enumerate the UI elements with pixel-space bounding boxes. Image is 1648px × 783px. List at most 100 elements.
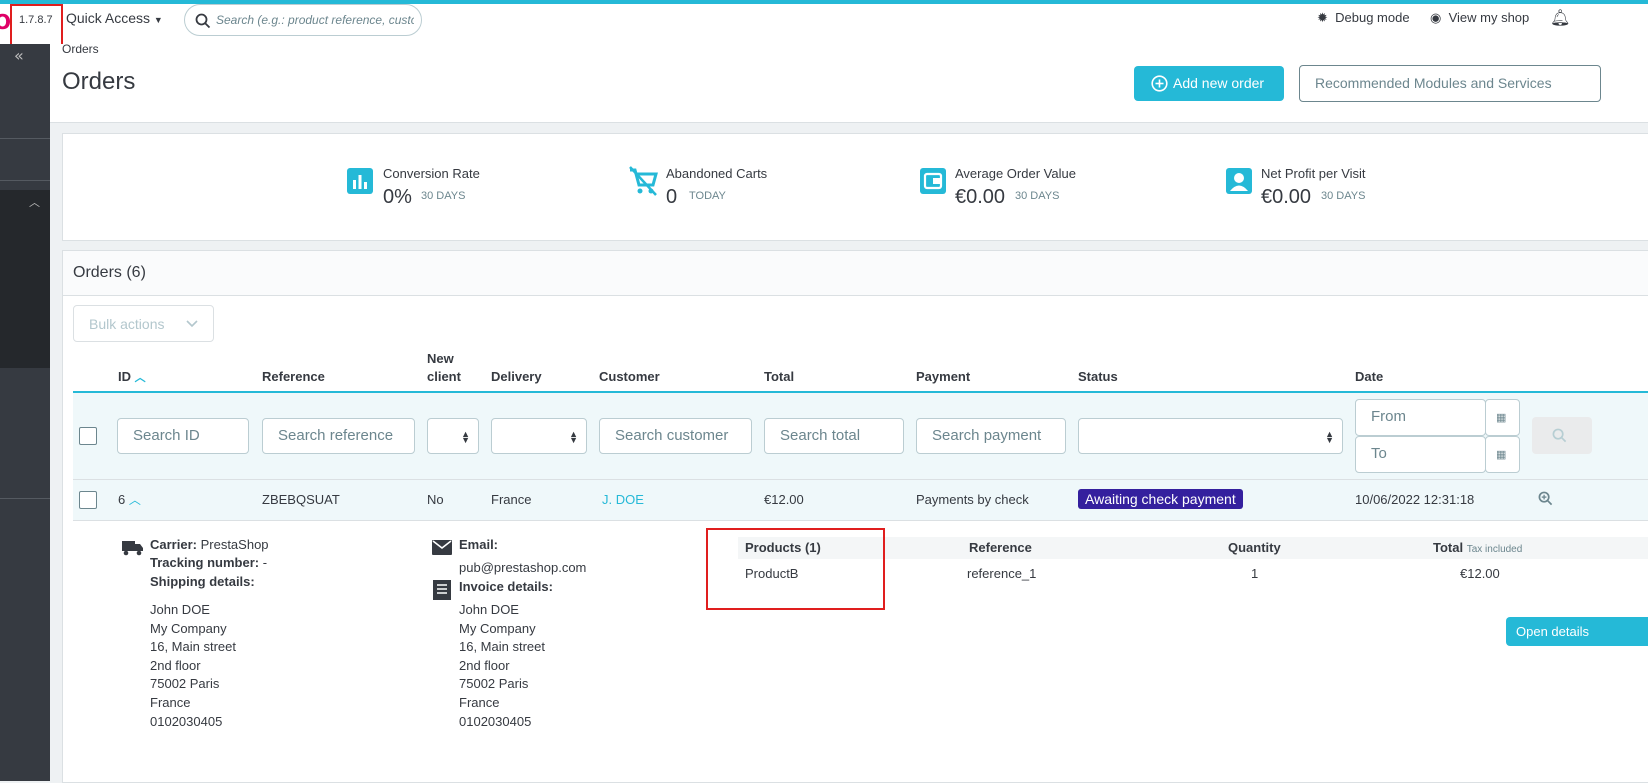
row-id: 6 ︿ xyxy=(118,491,141,508)
tax-included-note: Tax included xyxy=(1466,544,1523,555)
product-reference-header: Reference xyxy=(969,540,1032,555)
invoice-address: John DOE My Company 16, Main street 2nd … xyxy=(459,601,545,731)
sidebar-divider xyxy=(0,180,50,181)
page-title: Orders xyxy=(62,68,136,95)
breadcrumb[interactable]: Orders xyxy=(62,42,99,56)
row-delivery: France xyxy=(491,492,532,507)
filter-reference-input[interactable]: Search reference xyxy=(262,418,415,454)
debug-mode-link[interactable]: ✹ Debug mode xyxy=(1317,10,1410,26)
invoice-company: My Company xyxy=(459,620,536,636)
shipping-floor: 2nd floor xyxy=(150,657,201,673)
column-header-customer[interactable]: Customer xyxy=(599,369,660,384)
shipping-country: France xyxy=(150,694,191,710)
kpi-value-abandoned: 0 xyxy=(666,186,678,208)
open-details-button[interactable]: Open details xyxy=(1506,617,1648,646)
view-order-icon[interactable] xyxy=(1538,491,1553,506)
carrier-value: PrestaShop xyxy=(200,537,269,552)
tracking-line: Tracking number: - xyxy=(150,555,267,570)
collapse-row-icon[interactable]: ︿ xyxy=(129,493,141,507)
calendar-icon: ▦ xyxy=(1496,449,1507,461)
kpi-label-abandoned: Abandoned Carts xyxy=(666,166,768,181)
orders-panel-title: Orders (6) xyxy=(73,264,146,281)
product-quantity: 1 xyxy=(1251,566,1259,581)
bar-chart-icon xyxy=(346,167,374,195)
add-circle-icon xyxy=(1151,75,1168,92)
filter-payment-placeholder: Search payment xyxy=(932,427,1042,444)
chevron-down-icon xyxy=(186,320,198,328)
column-header-new-client-line1[interactable]: New xyxy=(427,351,454,366)
row-checkbox[interactable] xyxy=(79,491,97,509)
row-id-value: 6 xyxy=(118,492,126,507)
shipping-company: My Company xyxy=(150,620,227,636)
recommended-modules-button[interactable]: Recommended Modules and Services xyxy=(1299,65,1601,102)
collapse-sidebar-icon[interactable]: « xyxy=(14,46,24,65)
column-header-date[interactable]: Date xyxy=(1355,369,1383,384)
sort-asc-icon[interactable]: ︿ xyxy=(135,372,146,384)
filter-delivery-select[interactable]: ▲ ▼ xyxy=(491,418,587,454)
chevron-up-icon[interactable]: ︿ xyxy=(29,194,40,210)
kpi-label-net-profit: Net Profit per Visit xyxy=(1261,166,1366,181)
add-new-order-button[interactable]: Add new order xyxy=(1134,66,1284,101)
notifications-bell-icon[interactable]: 🔔︎ xyxy=(1550,8,1570,27)
filter-total-input[interactable]: Search total xyxy=(764,418,904,454)
date-to-calendar-button[interactable]: ▦ xyxy=(1485,436,1520,473)
page-header: Orders Orders Add new order Recommended … xyxy=(50,42,1648,123)
shipping-name: John DOE xyxy=(150,602,210,617)
truck-icon xyxy=(122,541,143,556)
eye-icon: ◉ xyxy=(1430,10,1442,25)
column-header-delivery[interactable]: Delivery xyxy=(491,369,542,384)
email-label: Email: xyxy=(459,537,499,552)
filter-id-input[interactable]: Search ID xyxy=(117,418,249,454)
header-search-input[interactable]: Search (e.g.: product reference, custon xyxy=(184,4,422,36)
filter-date-to-input[interactable]: To xyxy=(1355,436,1486,473)
column-header-new-client-line2[interactable]: client xyxy=(427,369,461,384)
kpi-row: Conversion Rate 0% 30 DAYS Abandoned Car… xyxy=(62,133,1648,241)
filter-customer-placeholder: Search customer xyxy=(615,427,729,444)
filter-payment-input[interactable]: Search payment xyxy=(916,418,1066,454)
filter-status-select[interactable]: ▲ ▼ xyxy=(1078,418,1343,454)
receipt-icon xyxy=(433,580,451,600)
kpi-period-average: 30 DAYS xyxy=(1015,190,1060,202)
open-details-label: Open details xyxy=(1516,624,1589,639)
quick-access-label: Quick Access xyxy=(66,10,151,26)
invoice-city: 75002 Paris xyxy=(459,676,529,692)
carrier-label: Carrier: xyxy=(150,537,197,552)
invoice-country: France xyxy=(459,694,500,710)
filter-customer-input[interactable]: Search customer xyxy=(599,418,752,454)
date-from-calendar-button[interactable]: ▦ xyxy=(1485,399,1520,436)
product-total-header: Total Tax included xyxy=(1433,540,1522,555)
kpi-value-average: €0.00 xyxy=(955,186,1006,208)
remove-cart-icon xyxy=(627,165,659,197)
row-customer-link[interactable]: J. DOE xyxy=(602,492,644,507)
filter-total-placeholder: Search total xyxy=(780,427,861,444)
orders-panel-header: Orders (6) xyxy=(63,251,1648,296)
quick-access-dropdown[interactable]: Quick Access ▼ xyxy=(66,10,163,26)
filter-date-from-input[interactable]: From xyxy=(1355,399,1486,436)
filter-new-client-select[interactable]: ▲ ▼ xyxy=(427,418,479,454)
kpi-label-average: Average Order Value xyxy=(955,166,1076,181)
column-header-status[interactable]: Status xyxy=(1078,369,1118,384)
row-total: €12.00 xyxy=(764,492,804,507)
search-icon xyxy=(195,13,211,29)
user-icon xyxy=(1225,167,1253,195)
column-header-id[interactable]: ID ︿ xyxy=(118,369,146,385)
view-shop-link[interactable]: ◉ View my shop xyxy=(1430,10,1529,26)
column-header-payment[interactable]: Payment xyxy=(916,369,970,384)
select-all-checkbox[interactable] xyxy=(79,427,97,445)
invoice-details-label: Invoice details: xyxy=(459,579,553,594)
column-header-id-label: ID xyxy=(118,369,131,384)
filter-search-button[interactable] xyxy=(1532,417,1592,454)
select-arrows-icon: ▲ ▼ xyxy=(461,429,470,445)
tracking-label: Tracking number: xyxy=(150,555,260,570)
debug-mode-label: Debug mode xyxy=(1335,10,1410,25)
select-arrows-icon: ▲ ▼ xyxy=(569,429,578,445)
highlight-box-version xyxy=(10,4,63,47)
column-header-total[interactable]: Total xyxy=(764,369,794,384)
shipping-phone: 0102030405 xyxy=(150,713,223,729)
bulk-actions-label: Bulk actions xyxy=(89,316,165,332)
email-value: pub@prestashop.com xyxy=(459,560,587,575)
status-badge[interactable]: Awaiting check payment xyxy=(1078,489,1243,509)
column-header-reference[interactable]: Reference xyxy=(262,369,325,384)
bulk-actions-button[interactable]: Bulk actions xyxy=(73,305,214,342)
kpi-period-abandoned: TODAY xyxy=(689,190,726,202)
